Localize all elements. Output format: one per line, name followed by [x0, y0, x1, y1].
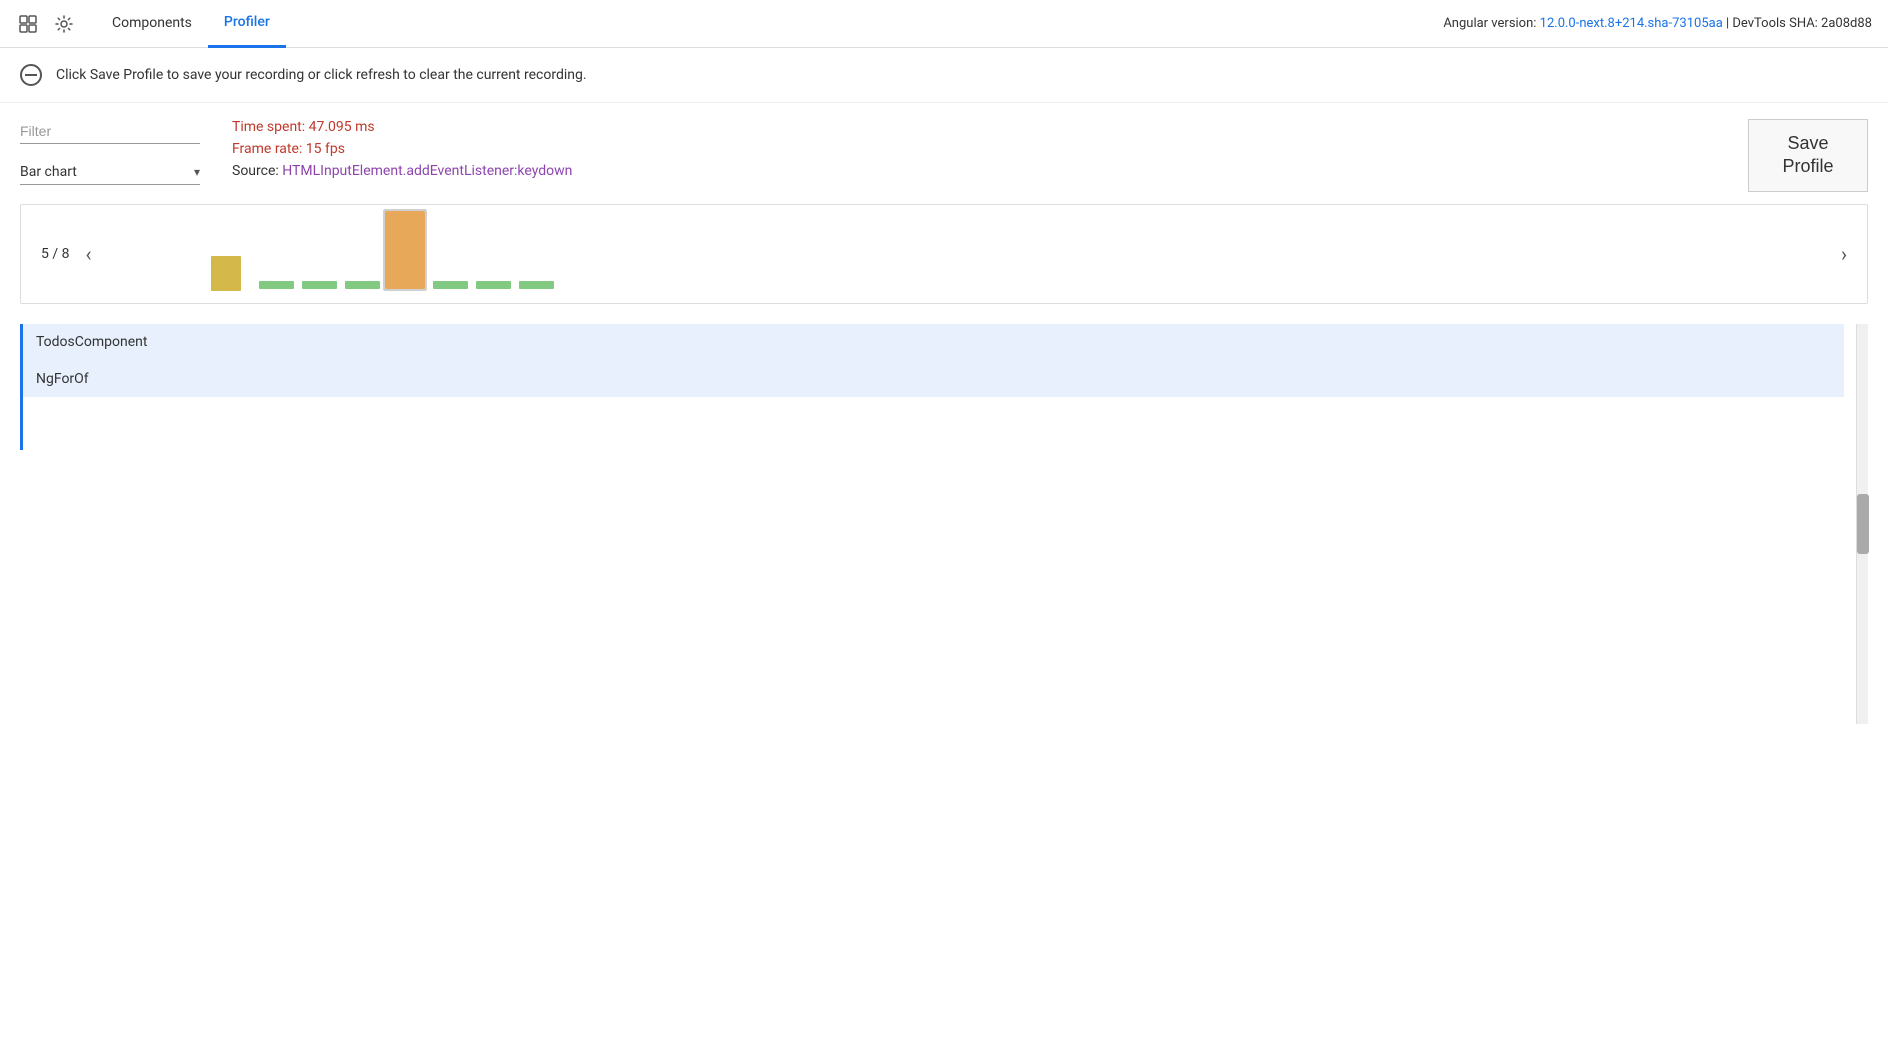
blue-indicator-1: [20, 324, 23, 366]
version-info: Angular version: 12.0.0-next.8+214.sha-7…: [1443, 16, 1872, 31]
chart-container: 5 / 8 ‹: [20, 204, 1868, 304]
component-list: TodosComponent NgForOf: [20, 324, 1844, 724]
controls-row: Bar chart ▾ Time spent: 47.095 ms Frame …: [20, 119, 1868, 192]
lower-section: TodosComponent NgForOf: [20, 324, 1868, 724]
scrollbar-thumb[interactable]: [1857, 494, 1869, 554]
time-spent-label: Time spent:: [232, 119, 309, 135]
prev-arrow[interactable]: ‹: [81, 238, 95, 270]
info-message: Click Save Profile to save your recordin…: [56, 67, 587, 83]
blue-indicator-3: [20, 408, 23, 450]
component-item-ngfor[interactable]: NgForOf: [20, 361, 1844, 397]
devtools-icon[interactable]: [16, 12, 40, 36]
chevron-down-icon: ▾: [194, 165, 200, 179]
source-label: Source:: [232, 163, 282, 179]
info-bar: Click Save Profile to save your recordin…: [0, 48, 1888, 103]
page-info: 5 / 8: [41, 246, 69, 262]
frame-rate-value: 15 fps: [306, 141, 345, 157]
stats-section: Time spent: 47.095 ms Frame rate: 15 fps…: [232, 119, 572, 179]
bar-chart-area: [201, 209, 1837, 299]
time-spent-value: 47.095 ms: [309, 119, 375, 135]
version-link[interactable]: 12.0.0-next.8+214.sha-73105aa: [1540, 16, 1723, 31]
source-line: Source: HTMLInputElement.addEventListene…: [232, 163, 572, 179]
component-item-todos[interactable]: TodosComponent: [20, 324, 1844, 361]
bar-chart-svg: [201, 209, 701, 291]
time-spent-line: Time spent: 47.095 ms: [232, 119, 572, 135]
settings-icon[interactable]: [52, 12, 76, 36]
filter-input[interactable]: [20, 119, 200, 144]
chart-pagination: 5 / 8 ‹: [21, 238, 201, 270]
next-arrow[interactable]: ›: [1837, 238, 1867, 270]
filter-section: Bar chart ▾: [20, 119, 200, 185]
tab-components[interactable]: Components: [96, 0, 208, 48]
blue-indicator-2: [20, 366, 23, 408]
main-content: Bar chart ▾ Time spent: 47.095 ms Frame …: [0, 103, 1888, 740]
chart-type-label: Bar chart: [20, 164, 194, 180]
source-value: HTMLInputElement.addEventListener:keydow…: [282, 163, 572, 179]
frame-rate-label: Frame rate:: [232, 141, 306, 157]
frame-rate-line: Frame rate: 15 fps: [232, 141, 572, 157]
tab-profiler[interactable]: Profiler: [208, 0, 286, 48]
top-navigation: Components Profiler Angular version: 12.…: [0, 0, 1888, 48]
chart-type-dropdown[interactable]: Bar chart ▾: [20, 160, 200, 185]
save-profile-button[interactable]: SaveProfile: [1748, 119, 1868, 192]
no-entry-icon: [20, 64, 42, 86]
scrollbar-track[interactable]: [1856, 324, 1868, 724]
